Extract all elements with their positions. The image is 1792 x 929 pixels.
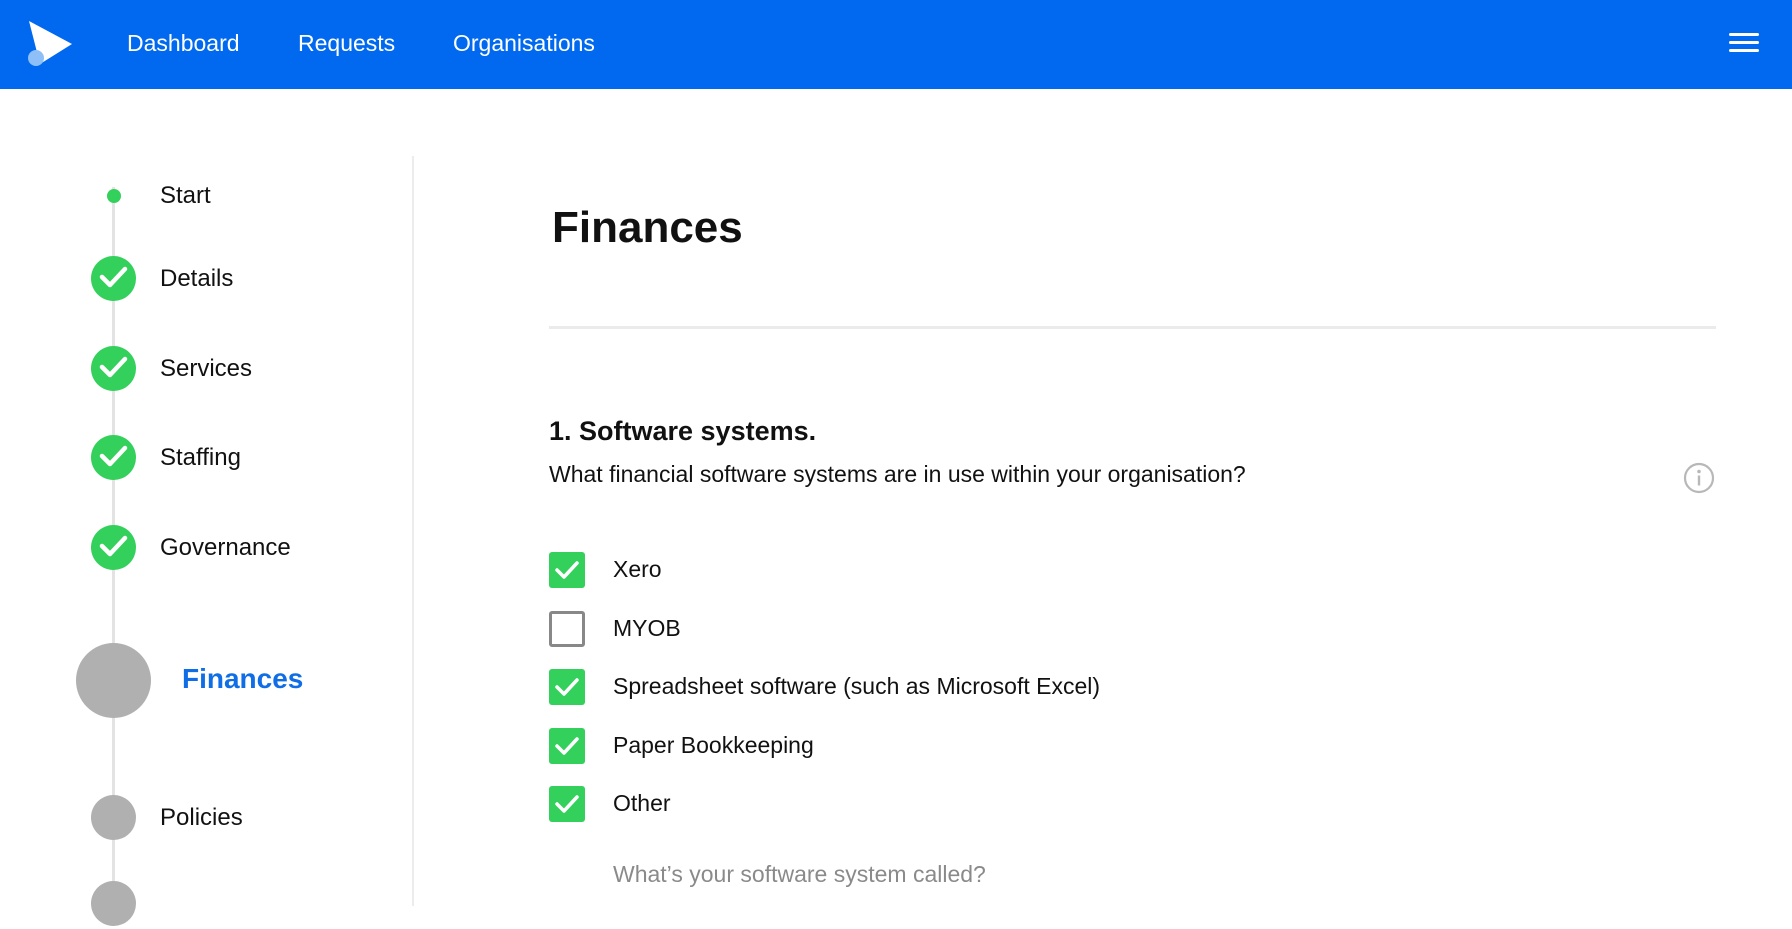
sidebar-divider — [412, 156, 414, 906]
app-logo-icon[interactable] — [26, 18, 76, 68]
option-label: Xero — [613, 556, 662, 582]
title-divider — [549, 326, 1716, 329]
step-started-dot-icon — [107, 189, 121, 203]
progress-stepper: Start Details Services Staffing Governan… — [0, 89, 414, 926]
step-label: Governance — [160, 534, 291, 561]
step-label: Services — [160, 355, 253, 382]
step-staffing[interactable]: Staffing — [0, 433, 400, 483]
top-navigation-bar: Dashboard Requests Organisations — [0, 0, 1792, 89]
checkbox-checked[interactable] — [549, 669, 585, 705]
nav-link-organisations[interactable]: Organisations — [453, 30, 595, 57]
other-software-label: What’s your software system called? — [613, 861, 986, 887]
option-label: Spreadsheet software (such as Microsoft … — [613, 673, 1101, 699]
step-label: Details — [160, 265, 234, 292]
checkbox-checked[interactable] — [549, 552, 585, 588]
step-start[interactable]: Start — [0, 171, 400, 221]
option-label: Other — [613, 790, 671, 816]
info-icon[interactable] — [1683, 462, 1715, 494]
checkbox-unchecked[interactable] — [549, 611, 585, 647]
step-label: Start — [160, 182, 211, 209]
current-step-dot-icon — [76, 643, 151, 718]
pending-step-dot-icon — [91, 881, 136, 926]
option-label: Paper Bookkeeping — [613, 732, 814, 758]
nav-link-requests[interactable]: Requests — [298, 30, 395, 57]
question-text: What financial software systems are in u… — [549, 461, 1246, 487]
step-label: Staffing — [160, 444, 241, 471]
checkbox-checked[interactable] — [549, 728, 585, 764]
option-spreadsheet[interactable]: Spreadsheet software (such as Microsoft … — [549, 669, 1249, 707]
check-circle-icon — [91, 525, 136, 570]
step-label-current: Finances — [182, 663, 304, 694]
step-policies[interactable]: Policies — [0, 793, 400, 843]
check-circle-icon — [91, 346, 136, 391]
step-next-partial[interactable] — [0, 879, 400, 929]
step-finances[interactable]: Finances — [0, 643, 400, 718]
check-circle-icon — [91, 435, 136, 480]
option-paper-bookkeeping[interactable]: Paper Bookkeeping — [549, 728, 1249, 766]
checkbox-checked[interactable] — [549, 786, 585, 822]
check-circle-icon — [91, 256, 136, 301]
step-governance[interactable]: Governance — [0, 523, 400, 573]
step-details[interactable]: Details — [0, 254, 400, 304]
page-title: Finances — [552, 203, 743, 252]
step-services[interactable]: Services — [0, 344, 400, 394]
question-heading: 1. Software systems. — [549, 416, 817, 446]
hamburger-menu-icon[interactable] — [1729, 33, 1759, 57]
pending-step-dot-icon — [91, 795, 136, 840]
nav-link-dashboard[interactable]: Dashboard — [127, 30, 240, 57]
option-label: MYOB — [613, 615, 681, 641]
option-other[interactable]: Other — [549, 786, 1249, 824]
option-myob[interactable]: MYOB — [549, 611, 1249, 649]
option-xero[interactable]: Xero — [549, 552, 1249, 590]
step-label: Policies — [160, 804, 243, 831]
